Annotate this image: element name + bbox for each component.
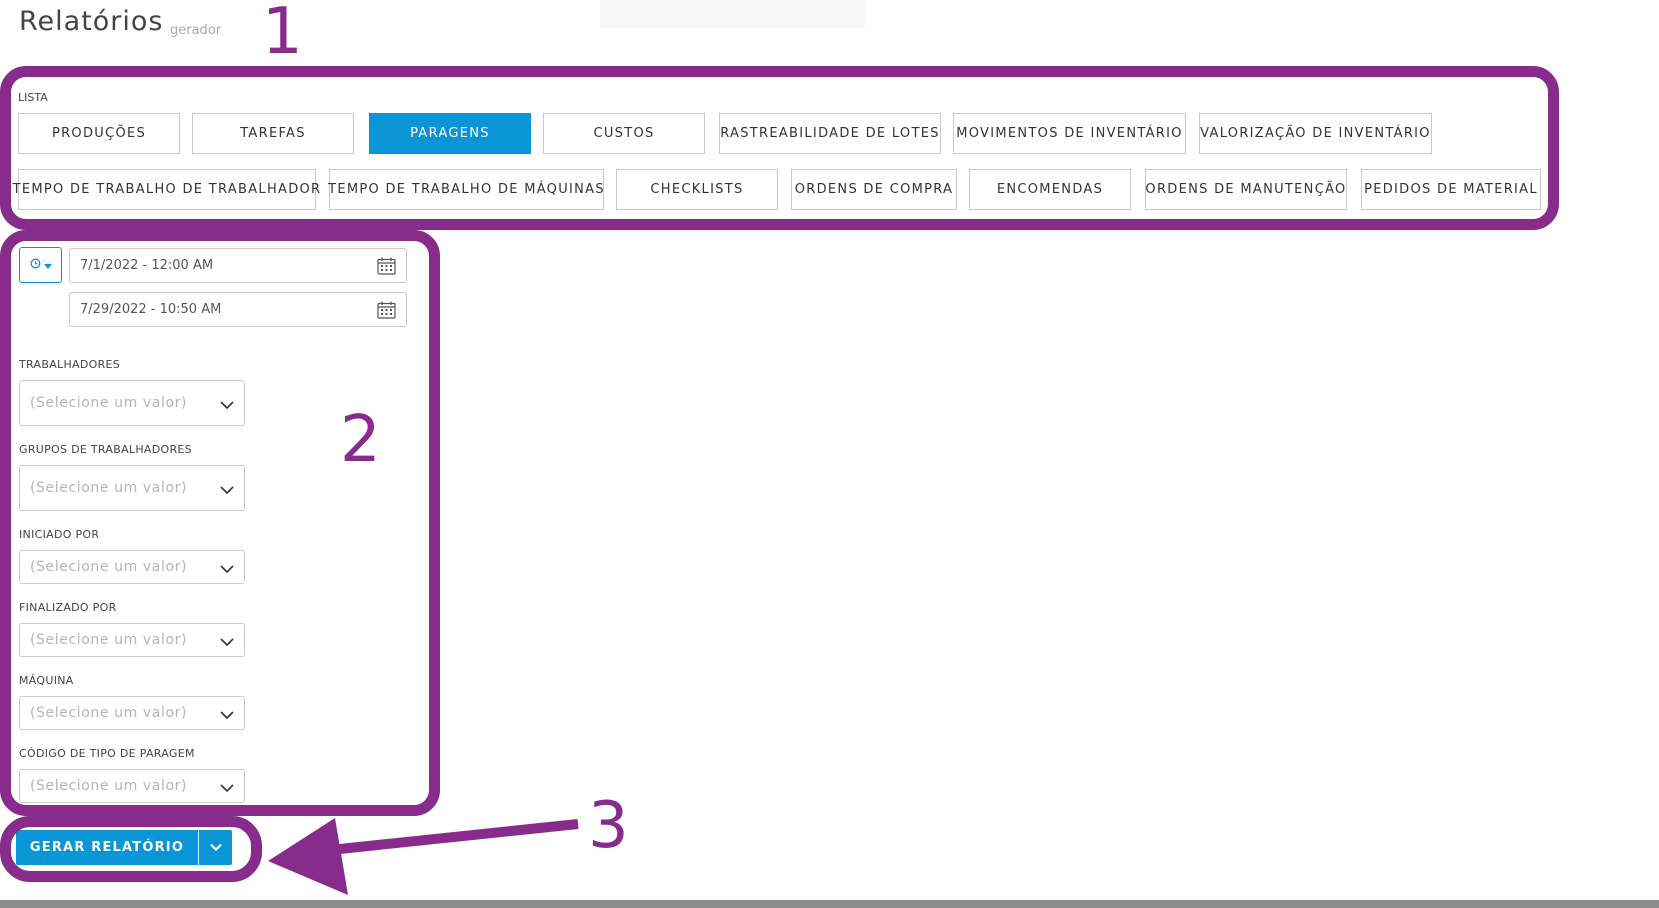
chevron-down-icon: [220, 708, 234, 724]
maquina-label: MÁQUINA: [19, 674, 74, 687]
select-placeholder: (Selecione um valor): [30, 395, 188, 411]
tab-custos[interactable]: CUSTOS: [543, 113, 705, 154]
tab-ordens-de-compra[interactable]: ORDENS DE COMPRA: [791, 169, 957, 210]
annotation-arrow: [268, 818, 579, 895]
top-faded-banner: [600, 0, 865, 28]
select-placeholder: (Selecione um valor): [30, 480, 188, 496]
trabalhadores-select[interactable]: (Selecione um valor): [19, 380, 245, 426]
tab-paragens[interactable]: PARAGENS: [369, 113, 531, 154]
caret-down-icon: [43, 259, 52, 272]
generate-options-dropdown[interactable]: [199, 830, 232, 865]
chevron-down-icon: [220, 562, 234, 578]
tab-tarefas[interactable]: TAREFAS: [192, 113, 354, 154]
date-from-input[interactable]: 7/1/2022 - 12:00 AM: [69, 248, 407, 283]
chevron-down-icon: [220, 483, 234, 499]
tab-pedidos-de-material[interactable]: PEDIDOS DE MATERIAL: [1361, 169, 1541, 210]
tab-movimentos-de-inventario[interactable]: MOVIMENTOS DE INVENTÁRIO: [953, 113, 1186, 154]
grupos-de-trabalhadores-select[interactable]: (Selecione um valor): [19, 465, 245, 511]
maquina-select[interactable]: (Selecione um valor): [19, 696, 245, 730]
codigo-de-tipo-de-paragem-select[interactable]: (Selecione um valor): [19, 769, 245, 803]
date-from-value: 7/1/2022 - 12:00 AM: [80, 258, 214, 273]
finalizado-por-label: FINALIZADO POR: [19, 601, 117, 614]
list-label: LISTA: [18, 91, 48, 104]
codigo-de-tipo-de-paragem-label: CÓDIGO DE TIPO DE PARAGEM: [19, 747, 195, 760]
select-placeholder: (Selecione um valor): [30, 559, 188, 575]
iniciado-por-label: INICIADO POR: [19, 528, 100, 541]
select-placeholder: (Selecione um valor): [30, 632, 188, 648]
annotation-number-2: 2: [340, 403, 381, 477]
annotation-number-1: 1: [262, 0, 303, 69]
date-mode-dropdown[interactable]: [19, 247, 62, 283]
calendar-icon[interactable]: [377, 257, 396, 279]
grupos-de-trabalhadores-label: GRUPOS DE TRABALHADORES: [19, 443, 192, 456]
button-divider: [198, 830, 199, 865]
clock-icon: [30, 258, 41, 272]
tab-valorizacao-de-inventario[interactable]: VALORIZAÇÃO DE INVENTÁRIO: [1199, 113, 1432, 154]
finalizado-por-select[interactable]: (Selecione um valor): [19, 623, 245, 657]
select-placeholder: (Selecione um valor): [30, 778, 188, 794]
chevron-down-icon: [220, 781, 234, 797]
date-to-value: 7/29/2022 - 10:50 AM: [80, 302, 222, 317]
tab-tempo-de-trabalho-de-maquinas[interactable]: TEMPO DE TRABALHO DE MÁQUINAS: [328, 169, 604, 210]
generate-report-label: GERAR RELATÓRIO: [29, 840, 185, 855]
generate-report-button[interactable]: GERAR RELATÓRIO: [16, 830, 232, 865]
tab-rastreabilidade-de-lotes[interactable]: RASTREABILIDADE DE LOTES: [719, 113, 941, 154]
chevron-down-icon: [220, 398, 234, 414]
tab-tempo-de-trabalho-de-trabalhador[interactable]: TEMPO DE TRABALHO DE TRABALHADOR: [13, 169, 320, 210]
tab-encomendas[interactable]: ENCOMENDAS: [969, 169, 1131, 210]
calendar-icon[interactable]: [377, 301, 396, 323]
chevron-down-icon: [220, 635, 234, 651]
tab-producoes[interactable]: PRODUÇÕES: [18, 113, 180, 154]
tab-checklists[interactable]: CHECKLISTS: [616, 169, 778, 210]
chevron-down-icon: [209, 840, 222, 855]
trabalhadores-label: TRABALHADORES: [19, 358, 121, 371]
select-placeholder: (Selecione um valor): [30, 705, 188, 721]
tab-ordens-de-manutencao[interactable]: ORDENS DE MANUTENÇÃO: [1145, 169, 1347, 210]
date-to-input[interactable]: 7/29/2022 - 10:50 AM: [69, 292, 407, 327]
bottom-scrollbar[interactable]: [0, 900, 1659, 908]
page-title: Relatórios: [19, 6, 164, 37]
page-subtitle: gerador: [170, 23, 222, 38]
iniciado-por-select[interactable]: (Selecione um valor): [19, 550, 245, 584]
